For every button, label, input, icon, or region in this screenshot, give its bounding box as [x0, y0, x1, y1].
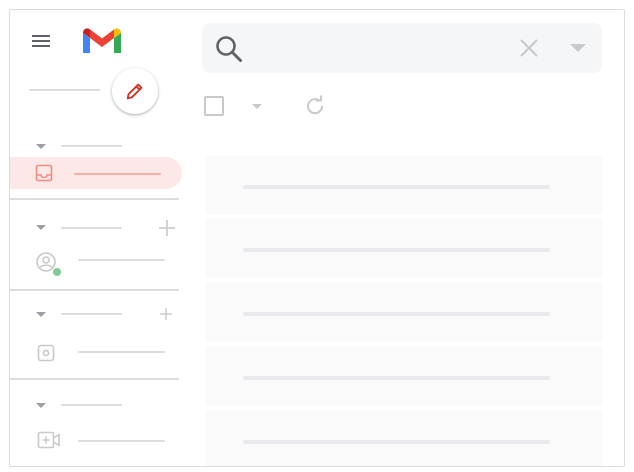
chat-section-label [61, 227, 122, 229]
checkbox-icon[interactable] [204, 96, 224, 116]
list-item[interactable] [205, 156, 603, 214]
list-item[interactable] [205, 219, 603, 277]
spaces-section-label [61, 313, 122, 315]
hamburger-menu-icon[interactable] [29, 29, 53, 53]
meet-item-label [78, 440, 165, 442]
list-item[interactable] [205, 347, 603, 405]
refresh-icon[interactable] [303, 94, 327, 118]
mail-section-collapse-icon[interactable] [36, 144, 46, 149]
section-divider [10, 289, 179, 291]
add-chat-icon[interactable] [158, 219, 176, 237]
chat-section-collapse-icon[interactable] [36, 225, 46, 230]
person-status-icon [36, 252, 61, 276]
gmail-window [9, 9, 625, 467]
meet-section-label [61, 404, 122, 406]
search-input[interactable] [202, 23, 602, 73]
spaces-section-collapse-icon[interactable] [36, 312, 46, 317]
mail-section-label [61, 145, 122, 147]
section-divider [10, 378, 179, 380]
caret-down-icon[interactable] [570, 44, 586, 52]
list-item-text [243, 376, 550, 380]
list-item-text [243, 248, 550, 252]
section-divider [10, 198, 179, 200]
compose-button[interactable] [112, 68, 158, 114]
chat-item-label [78, 259, 165, 261]
gmail-logo[interactable] [80, 24, 124, 56]
space-icon [37, 344, 55, 362]
compose-label-placeholder [29, 89, 100, 91]
close-icon[interactable] [518, 37, 540, 59]
meet-section-collapse-icon[interactable] [36, 403, 46, 408]
list-item[interactable] [205, 411, 603, 466]
inbox-icon [35, 164, 53, 182]
search-icon[interactable] [214, 34, 244, 64]
new-meeting-icon [37, 431, 60, 449]
space-item-label [78, 351, 165, 353]
sidebar-item-inbox-label [74, 173, 161, 175]
add-space-icon[interactable] [159, 307, 173, 321]
list-item[interactable] [205, 283, 603, 341]
pencil-icon [126, 83, 143, 100]
list-item-text [243, 440, 550, 444]
list-item-text [243, 185, 550, 189]
list-item-text [243, 312, 550, 316]
caret-down-icon[interactable] [252, 104, 262, 109]
